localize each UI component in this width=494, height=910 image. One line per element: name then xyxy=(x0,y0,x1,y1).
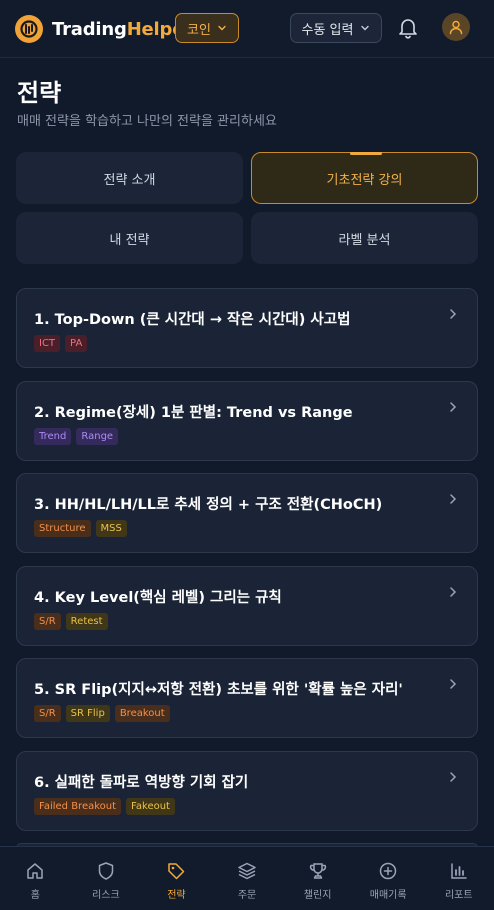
tag: Breakout xyxy=(114,705,170,722)
layers-icon xyxy=(238,862,256,880)
coin-label: 코인 xyxy=(187,22,211,38)
lesson-card[interactable]: 5. SR Flip(지지↔저항 전환) 초보를 위한 '확률 높은 자리' S… xyxy=(16,658,478,738)
trophy-icon xyxy=(309,863,326,879)
tab-label: 내 전략 xyxy=(109,232,150,248)
tag: Failed Breakout xyxy=(34,798,122,815)
tag: Retest xyxy=(65,613,108,630)
tab-label-analysis[interactable]: 라벨 분석 xyxy=(251,212,478,264)
chevron-right-icon xyxy=(450,494,457,504)
bottom-nav: 홈 리스크 전략 주문 챌린지 매매기록 리포트 xyxy=(0,846,494,910)
tab-label: 기초전략 강의 xyxy=(326,172,403,188)
tag: SR Flip xyxy=(65,705,110,722)
lesson-card[interactable]: 6. 실패한 돌파로 역방향 기회 잡기 Failed Breakout Fak… xyxy=(16,751,478,831)
tab-basic-lectures[interactable]: 기초전략 강의 xyxy=(251,152,478,204)
lesson-title: 4. Key Level(핵심 레벨) 그리는 규칙 xyxy=(34,590,282,606)
tag: Range xyxy=(76,428,119,445)
nav-label: 리스크 xyxy=(92,890,120,901)
nav-label: 홈 xyxy=(30,890,40,901)
nav-item-report[interactable]: 리포트 xyxy=(423,847,494,910)
brand-name[interactable]: TradingHelper xyxy=(52,19,193,40)
chevron-right-icon xyxy=(450,309,457,319)
tag: PA xyxy=(65,335,88,352)
nav-item-strategy[interactable]: 전략 xyxy=(141,847,212,910)
lesson-card[interactable]: 3. HH/HL/LH/LL로 추세 정의 + 구조 전환(CHoCH) Str… xyxy=(16,473,478,553)
top-bar: TradingHelper 코인 수동 입력 xyxy=(0,0,494,58)
chevron-right-icon xyxy=(450,402,457,412)
avatar[interactable] xyxy=(442,13,470,41)
nav-label: 매매기록 xyxy=(369,890,407,901)
nav-item-risk[interactable]: 리스크 xyxy=(71,847,142,910)
tag-list: Failed Breakout Fakeout xyxy=(34,798,175,815)
tag: ICT xyxy=(34,335,61,352)
tag: S/R xyxy=(34,613,61,630)
chevron-right-icon xyxy=(450,679,457,689)
nav-item-challenge[interactable]: 챌린지 xyxy=(282,847,353,910)
chevron-down-icon xyxy=(218,25,226,31)
brand-prefix: Trading xyxy=(52,19,127,40)
chevron-right-icon xyxy=(450,587,457,597)
nav-label: 주문 xyxy=(237,890,257,901)
page-subtitle: 매매 전략을 학습하고 나만의 전략을 관리하세요 xyxy=(17,114,277,129)
lesson-title: 5. SR Flip(지지↔저항 전환) 초보를 위한 '확률 높은 자리' xyxy=(34,682,403,698)
nav-item-order[interactable]: 주문 xyxy=(212,847,283,910)
tag-list: S/R Retest xyxy=(34,613,108,630)
tag-list: Trend Range xyxy=(34,428,119,445)
manual-input-label: 수동 입력 xyxy=(301,22,354,38)
tag-list: Structure MSS xyxy=(34,520,127,537)
shield-icon xyxy=(98,862,114,880)
plus-circle-icon xyxy=(379,862,397,880)
lesson-title: 3. HH/HL/LH/LL로 추세 정의 + 구조 전환(CHoCH) xyxy=(34,497,383,513)
tab-label: 라벨 분석 xyxy=(338,232,391,248)
page-title: 전략 xyxy=(17,79,62,107)
user-icon xyxy=(449,20,463,35)
tab-strategy-intro[interactable]: 전략 소개 xyxy=(16,152,243,204)
tag: S/R xyxy=(34,705,61,722)
tab-label: 전략 소개 xyxy=(103,172,156,188)
chevron-down-icon xyxy=(361,25,370,31)
tag-icon xyxy=(168,863,185,880)
manual-input-button[interactable]: 수동 입력 xyxy=(290,13,382,43)
lesson-card[interactable]: 1. Top-Down (큰 시간대 → 작은 시간대) 사고법 ICT PA xyxy=(16,288,478,368)
nav-label: 리포트 xyxy=(444,890,473,901)
bar-chart-icon xyxy=(451,863,467,879)
tag: MSS xyxy=(95,520,127,537)
nav-label: 전략 xyxy=(167,890,186,901)
tag-list: ICT PA xyxy=(34,335,88,352)
tag: Structure xyxy=(34,520,91,537)
lesson-card[interactable]: 4. Key Level(핵심 레벨) 그리는 규칙 S/R Retest xyxy=(16,566,478,646)
lesson-title: 2. Regime(장세) 1분 판별: Trend vs Range xyxy=(34,405,353,421)
tag-list: S/R SR Flip Breakout xyxy=(34,705,170,722)
home-icon xyxy=(27,863,44,879)
bell-icon[interactable] xyxy=(397,16,419,40)
logo-icon[interactable] xyxy=(15,15,43,43)
lesson-card[interactable]: 2. Regime(장세) 1분 판별: Trend vs Range Tren… xyxy=(16,381,478,461)
nav-item-trade-log[interactable]: 매매기록 xyxy=(353,847,424,910)
coin-selector-button[interactable]: 코인 xyxy=(175,13,239,43)
tag: Trend xyxy=(34,428,72,445)
active-tab-indicator xyxy=(350,152,382,155)
tab-my-strategy[interactable]: 내 전략 xyxy=(16,212,243,264)
nav-item-home[interactable]: 홈 xyxy=(0,847,71,910)
lesson-title: 6. 실패한 돌파로 역방향 기회 잡기 xyxy=(34,775,249,791)
chevron-right-icon xyxy=(450,772,457,782)
lesson-title: 1. Top-Down (큰 시간대 → 작은 시간대) 사고법 xyxy=(34,312,351,328)
nav-label: 챌린지 xyxy=(303,890,332,901)
tag: Fakeout xyxy=(126,798,175,815)
